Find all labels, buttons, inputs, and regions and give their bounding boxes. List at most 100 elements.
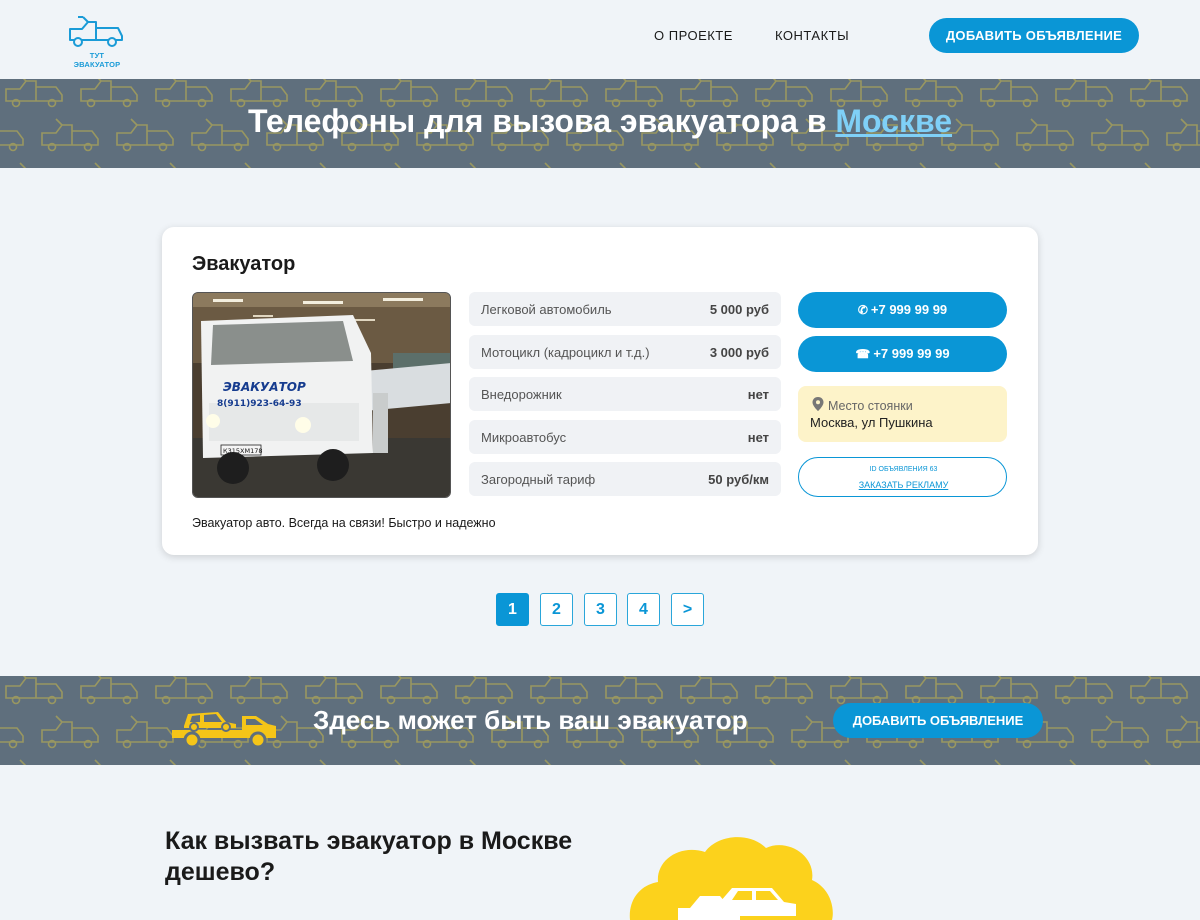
pattern-truck-icon — [19, 162, 27, 168]
pattern-truck-icon — [1130, 676, 1188, 705]
listing-title: Эвакуатор — [192, 253, 296, 275]
promo-banner: Здесь может быть ваш эвакуатор ДОБАВИТЬ … — [0, 676, 1200, 765]
parking-address: Москва, ул Пушкина — [810, 415, 933, 430]
listing-photo[interactable]: ЭВАКУАТОР 8(911)923-64-93 К315ХМ178 — [192, 292, 451, 498]
promo-add-listing-button[interactable]: ДОБАВИТЬ ОБЪЯВЛЕНИЕ — [833, 703, 1043, 738]
pattern-truck-icon — [619, 162, 627, 168]
pattern-truck-icon — [1166, 715, 1200, 749]
page-title: Телефоны для вызова эвакуатора в Москве — [0, 103, 1200, 140]
pattern-truck-icon — [1091, 715, 1149, 749]
pattern-truck-icon — [169, 759, 177, 765]
price-row-minibus: Микроавтобус нет — [469, 420, 781, 454]
pattern-truck-icon — [769, 162, 777, 168]
price-row-moto: Мотоцикл (кадроцикл и т.д.) 3 000 руб — [469, 335, 781, 369]
site-logo[interactable]: ТУТ ЭВАКУАТОР — [66, 14, 128, 69]
pattern-truck-icon — [19, 759, 27, 765]
pattern-truck-icon — [694, 759, 702, 765]
order-ad-link[interactable]: ЗАКАЗАТЬ РЕКЛАМУ — [799, 480, 1008, 490]
phone-number: +7 999 99 99 — [870, 302, 948, 317]
next-page[interactable]: > — [671, 593, 704, 626]
parking-label: Место стоянки — [828, 399, 913, 413]
price-value: 5 000 руб — [709, 302, 769, 317]
pattern-truck-icon — [844, 759, 852, 765]
pattern-truck-icon — [755, 676, 813, 705]
pattern-truck-icon — [844, 162, 852, 168]
logo-text: ТУТ ЭВАКУАТОР — [73, 51, 121, 69]
pattern-truck-icon — [1069, 162, 1077, 168]
pattern-truck-icon — [680, 676, 738, 705]
pattern-truck-icon — [94, 759, 102, 765]
pattern-truck-icon — [830, 676, 888, 705]
listing-id: ID ОБЪЯВЛЕНИЯ 63 — [869, 466, 938, 473]
hero-banner: Телефоны для вызова эвакуатора в Москве — [0, 79, 1200, 168]
pattern-truck-icon — [305, 676, 363, 705]
map-pin-icon — [812, 397, 824, 411]
pattern-truck-icon — [394, 759, 402, 765]
pattern-truck-icon — [80, 676, 138, 705]
page-title-text: Телефоны для вызова эвакуатора в — [247, 103, 836, 139]
price-value: 50 руб/км — [708, 472, 769, 487]
pattern-truck-icon — [244, 162, 252, 168]
price-label: Загородный тариф — [481, 472, 596, 487]
pattern-truck-icon — [769, 759, 777, 765]
tow-truck-logo-icon — [69, 16, 123, 47]
price-label: Мотоцикл (кадроцикл и т.д.) — [481, 345, 650, 360]
pattern-truck-icon — [605, 676, 663, 705]
pattern-truck-icon — [380, 676, 438, 705]
pattern-truck-icon — [116, 715, 174, 749]
listing-card: Эвакуатор ЭВАКУАТОР 8(911)923-64-93 К315… — [162, 227, 1038, 555]
add-listing-button[interactable]: ДОБАВИТЬ ОБЪЯВЛЕНИЕ — [929, 18, 1139, 53]
ad-order-box: ID ОБЪЯВЛЕНИЯ 63 ЗАКАЗАТЬ РЕКЛАМУ — [798, 457, 1007, 497]
pattern-truck-icon — [469, 162, 477, 168]
pattern-truck-icon — [5, 676, 63, 705]
pattern-truck-icon — [1144, 759, 1152, 765]
pattern-truck-icon — [544, 162, 552, 168]
yellow-tow-truck-icon — [172, 712, 276, 749]
page-2[interactable]: 2 — [540, 593, 573, 626]
pattern-truck-icon — [544, 759, 552, 765]
price-label: Внедорожник — [481, 387, 562, 402]
nav-contacts[interactable]: КОНТАКТЫ — [775, 28, 849, 43]
pattern-truck-icon — [1069, 759, 1077, 765]
phone-icon: ✆ — [857, 303, 868, 317]
pattern-truck-icon — [394, 162, 402, 168]
nav-about[interactable]: О ПРОЕКТЕ — [654, 28, 733, 43]
price-label: Микроавтобус — [481, 430, 567, 445]
pattern-truck-icon — [1055, 676, 1113, 705]
how-to-title: Как вызвать эвакуатор в Москве дешево? — [165, 827, 573, 886]
pattern-truck-icon — [619, 759, 627, 765]
price-row-car: Легковой автомобиль 5 000 руб — [469, 292, 781, 326]
pattern-truck-icon — [919, 162, 927, 168]
price-label: Легковой автомобиль — [481, 302, 612, 317]
telephone-icon: ☎ — [855, 347, 871, 361]
page-4[interactable]: 4 — [627, 593, 660, 626]
pattern-truck-icon — [994, 759, 1002, 765]
phone-button-landline[interactable]: ☎ +7 999 99 99 — [798, 336, 1007, 372]
cloud-truck-icon — [629, 837, 833, 920]
page-3[interactable]: 3 — [584, 593, 617, 626]
pattern-truck-icon — [94, 162, 102, 168]
pattern-truck-icon — [455, 676, 513, 705]
price-value: нет — [747, 430, 769, 445]
pattern-truck-icon — [530, 676, 588, 705]
pattern-truck-icon — [0, 727, 24, 749]
pattern-truck-icon — [980, 676, 1038, 705]
photo-truck-phone: 8(911)923-64-93 — [217, 399, 302, 409]
pattern-truck-icon — [41, 715, 99, 749]
price-row-suv: Внедорожник нет — [469, 377, 781, 411]
listing-description: Эвакуатор авто. Всегда на связи! Быстро … — [192, 516, 496, 530]
price-value: нет — [747, 387, 769, 402]
pattern-truck-icon — [1144, 162, 1152, 168]
pattern-truck-icon — [694, 162, 702, 168]
pattern-truck-icon — [169, 162, 177, 168]
photo-truck-label: ЭВАКУАТОР — [223, 380, 306, 394]
site-header: ТУТ ЭВАКУАТОР О ПРОЕКТЕ КОНТАКТЫ ДОБАВИТ… — [0, 0, 1200, 79]
parking-location: Место стоянки Москва, ул Пушкина — [798, 386, 1007, 442]
price-row-intercity: Загородный тариф 50 руб/км — [469, 462, 781, 496]
pattern-truck-icon — [919, 759, 927, 765]
city-link[interactable]: Москве — [835, 103, 952, 139]
phone-button-mobile[interactable]: ✆ +7 999 99 99 — [798, 292, 1007, 328]
pattern-truck-icon — [244, 759, 252, 765]
pattern-truck-icon — [319, 759, 327, 765]
page-1[interactable]: 1 — [496, 593, 529, 626]
